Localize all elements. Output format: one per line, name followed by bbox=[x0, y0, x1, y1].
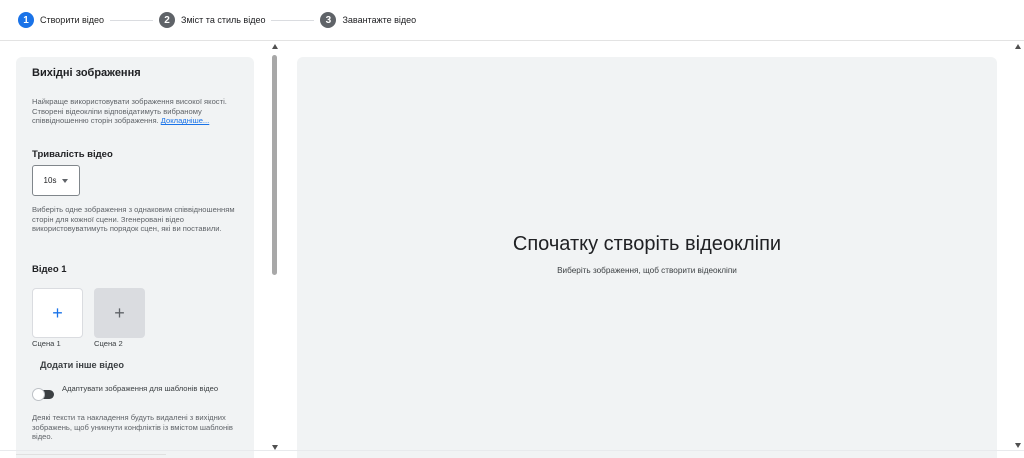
adapt-images-toggle[interactable] bbox=[32, 388, 54, 401]
step-number-3: 3 bbox=[320, 12, 337, 28]
toggle-thumb bbox=[32, 388, 45, 401]
bottom-divider bbox=[0, 450, 1024, 451]
scene-1-label: Сцена 1 bbox=[32, 339, 61, 348]
scroll-down-arrow-icon[interactable] bbox=[1015, 443, 1021, 448]
step-download-video[interactable]: 3 Завантажте відео bbox=[320, 12, 416, 28]
duration-title: Тривалість відео bbox=[32, 149, 113, 160]
scene-1-upload[interactable]: + bbox=[32, 288, 83, 338]
page-scrollbar[interactable] bbox=[1012, 41, 1024, 458]
step-content-style[interactable]: 2 Зміст та стиль відео bbox=[159, 12, 265, 28]
duration-select[interactable]: 10s bbox=[32, 165, 80, 196]
add-video-button[interactable]: Додати інше відео bbox=[40, 360, 124, 370]
preview-subtitle: Виберіть зображення, щоб створити відеок… bbox=[557, 266, 737, 275]
step-connector bbox=[271, 19, 315, 21]
plus-icon: + bbox=[114, 303, 125, 323]
scene-hint: Виберіть одне зображення з однаковим спі… bbox=[32, 205, 235, 234]
video-preview-area: Спочатку створіть відеокліпи Виберіть зо… bbox=[297, 57, 997, 458]
learn-more-link[interactable]: Докладніше... bbox=[161, 116, 209, 125]
step-number-1: 1 bbox=[18, 12, 34, 28]
source-images-panel: Вихідні зображення Найкраще використовув… bbox=[16, 57, 254, 458]
stepper: 1 Створити відео 2 Зміст та стиль відео … bbox=[0, 0, 1024, 41]
scene-2-upload[interactable]: + bbox=[94, 288, 145, 338]
bottom-bar bbox=[16, 454, 166, 458]
left-panel-scrollbar[interactable] bbox=[270, 41, 280, 450]
scrollbar-thumb[interactable] bbox=[272, 55, 277, 275]
chevron-down-icon bbox=[62, 178, 69, 183]
step-number-2: 2 bbox=[159, 12, 176, 28]
scroll-up-arrow-icon[interactable] bbox=[272, 44, 278, 49]
preview-title: Спочатку створіть відеокліпи bbox=[512, 233, 782, 255]
panel-description: Найкраще використовувати зображення висо… bbox=[32, 97, 242, 126]
toggle-label: Адаптувати зображення для шаблонів відео bbox=[62, 384, 219, 393]
video-title: Відео 1 bbox=[32, 264, 67, 275]
template-note: Деякі тексти та накладення будуть видале… bbox=[32, 413, 233, 442]
step-create-video[interactable]: 1 Створити відео bbox=[18, 12, 104, 28]
scroll-up-arrow-icon[interactable] bbox=[1015, 44, 1021, 49]
plus-icon: + bbox=[52, 303, 63, 323]
step-label-create-video: Створити відео bbox=[40, 15, 105, 25]
step-label-download-video: Завантажте відео bbox=[342, 15, 417, 25]
step-connector bbox=[110, 19, 154, 21]
step-label-content-style: Зміст та стиль відео bbox=[181, 15, 266, 25]
scene-2-label: Сцена 2 bbox=[94, 339, 123, 348]
duration-value: 10s bbox=[43, 176, 57, 185]
panel-title: Вихідні зображення bbox=[32, 67, 141, 79]
